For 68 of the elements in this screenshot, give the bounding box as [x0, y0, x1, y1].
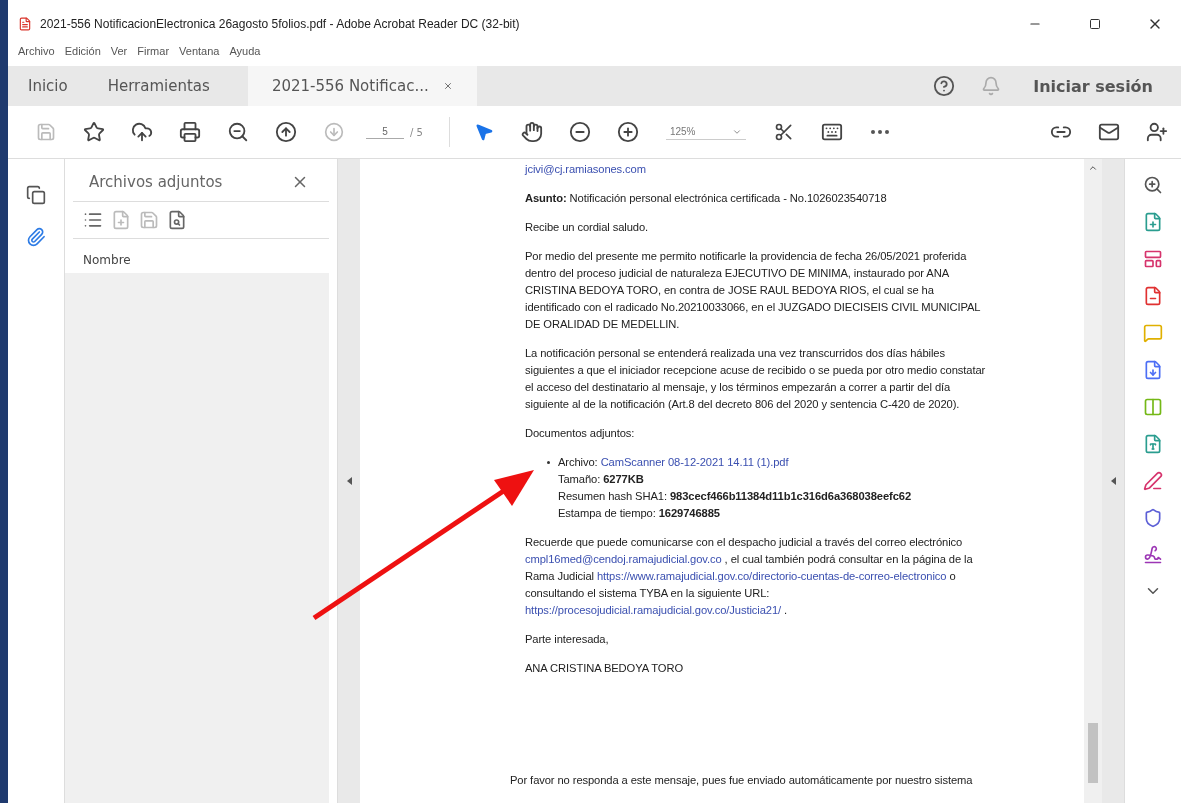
signature-icon[interactable] [1143, 545, 1163, 565]
pdf-icon [18, 17, 32, 31]
tab[interactable]: Inicio [8, 66, 88, 106]
paragraph: Por medio del presente me permito notificarle la providencia de fecha 26/05/2021 proferida dentro del proceso judicial de naturaleza EJECUTIVO DE MINIMA, instaurado por ANA CRISTINA BEDOYA TORO, en contra de JOSE RAUL BEDOYA RIOS, el cual se ha identificado con el radicado No.20210033066, en el JUZGADO DIECISEIS CIVIL MUNICIPAL DE ORALIDAD DE MEDELLIN. [525, 249, 982, 332]
shield-icon[interactable] [1143, 508, 1163, 528]
collapse-icon[interactable] [1110, 477, 1116, 485]
menu-item[interactable]: Archivo [18, 45, 55, 57]
pen-icon[interactable] [1143, 471, 1163, 491]
link[interactable]: cmpl16med@cendoj.ramajudicial.gov.co [525, 553, 722, 565]
page-number-field[interactable]: 5 [366, 125, 404, 139]
star-icon [83, 121, 105, 143]
zoom-dropdown[interactable]: 125% [665, 124, 746, 140]
paragraph: ANA CRISTINA BEDOYA TORO [525, 661, 684, 676]
list-options-icon[interactable] [83, 210, 103, 230]
zoom-icon[interactable] [1143, 175, 1163, 195]
keyboard-icon [820, 121, 843, 143]
attachment-line: Archivo: CamScanner 08-12-2021 14.11 (1).pdf [558, 455, 790, 470]
pointer-icon [473, 122, 494, 142]
scroll-up-icon [1088, 163, 1098, 173]
panel-title: Archivos adjuntos [89, 173, 223, 191]
minus-icon [568, 121, 591, 143]
menu-item[interactable]: Firmar [137, 45, 170, 57]
email-link[interactable]: jcivi@cj.ramiasones.com [525, 161, 646, 178]
more-icon [870, 130, 889, 134]
attachment-line: Estampa de tiempo: 1629746885 [558, 506, 721, 521]
save-icon [36, 122, 56, 142]
arrow-down-icon [324, 122, 344, 142]
menu-item[interactable]: Edición [64, 45, 101, 57]
collapse-icon[interactable] [346, 477, 352, 485]
paragraph: Documentos adjuntos: [525, 426, 636, 441]
attachment-line: Tamaño: 6277KB [558, 472, 645, 487]
maximize-icon [1089, 18, 1101, 30]
close-icon[interactable] [442, 81, 453, 91]
window-title: 2021-556 NotificacionElectronica 26agosto 5folios.pdf - Adobe Acrobat Reader DC (32-bit) [40, 17, 521, 31]
printer-icon [179, 121, 201, 143]
paragraph: Asunto: Notificación personal electrónica certificada - No.1026023540718 [525, 191, 888, 206]
scroll-thumb[interactable] [1088, 723, 1098, 783]
user-add-icon [1146, 121, 1168, 143]
link[interactable]: https://procesojudicial.ramajudicial.gov.co/Justicia21/ [525, 604, 782, 616]
zoom-out-icon [227, 121, 249, 143]
footer-text: Por favor no responda a este mensaje, pues fue enviado automáticamente por nuestro sistema [510, 773, 974, 788]
page-total: / 5 [410, 126, 423, 138]
paperclip-icon[interactable] [26, 227, 46, 247]
attachment-line: Resumen hash SHA1: 983cecf466b11384d11b1c316d6a368038eefc62 [558, 489, 911, 504]
menu-item[interactable]: Ver [110, 45, 128, 57]
menu-item[interactable]: Ventana [179, 45, 220, 57]
paragraph: Parte interesada, [525, 632, 610, 647]
layout-icon[interactable] [1143, 249, 1163, 269]
search-attachment-icon[interactable] [167, 210, 187, 230]
menu-item[interactable]: Ayuda [229, 45, 261, 57]
cloud-upload-icon [131, 121, 153, 143]
document-icon[interactable] [1143, 434, 1163, 454]
arrow-up-icon [275, 121, 297, 143]
scrollbar[interactable] [1084, 159, 1102, 803]
paragraph: Recuerde que puede comunicarse con el despacho judicial a través del correo electrónico cmpl16med@cendoj.ramajudicial.gov.co , el cual también podrá consultar en la página de la Rama Judicial https://www.ramajudicial.gov.co/directorio-cuentas-de-correo-electronico o consultando el sistema TYBA en la siguiente URL: https://procesojudicial.ramajudicial.gov.co/Justicia21/ . [525, 535, 974, 618]
help-icon[interactable] [933, 75, 956, 97]
tab[interactable]: Herramientas [87, 66, 230, 106]
hand-icon [520, 121, 543, 143]
pages-icon[interactable] [26, 185, 46, 205]
link[interactable]: https://www.ramajudicial.gov.co/directorio-cuentas-de-correo-electronico [597, 570, 947, 582]
bullet-icon [547, 461, 550, 464]
paragraph: La notificación personal se entenderá realizada una vez transcurridos dos días hábiles siguientes a que el iniciador recepcione acuse de recibido o se pueda por otro medio constatar el acceso del destinatario al mensaje, y los términos empezarán a correr a partir del día siguiente al de la notificación (Art.8 del decreto 806 del 2020 y sentencia C-420 de 2020). [525, 346, 987, 412]
tab[interactable]: 2021-556 Notificac... [247, 66, 477, 106]
sign-in-button[interactable]: Iniciar sesión [1027, 75, 1159, 97]
paragraph: Recibe un cordial saludo. [525, 220, 650, 235]
link[interactable]: CamScanner 08-12-2021 14.11 (1).pdf [600, 456, 789, 468]
mail-icon [1098, 121, 1120, 143]
plus-icon [616, 121, 639, 143]
